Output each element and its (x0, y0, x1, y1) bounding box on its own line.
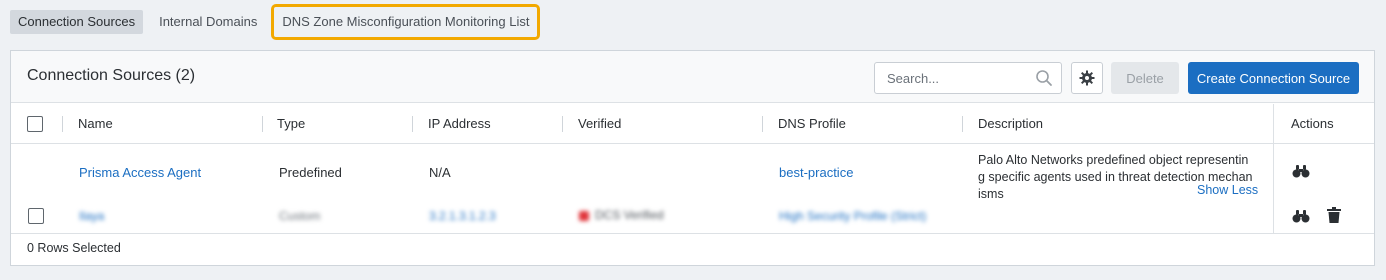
row-dns-profile-link[interactable]: High Security Profile (Strict) (779, 209, 926, 223)
row-ip-address: 3.2.1.3.1.2.3 (429, 209, 496, 223)
binoculars-icon[interactable] (1292, 209, 1310, 223)
row-ip-address: N/A (429, 165, 451, 180)
column-header-dns-profile[interactable]: DNS Profile (778, 104, 846, 144)
select-all-checkbox[interactable] (27, 116, 43, 132)
column-divider (762, 116, 763, 132)
tab-internal-domains[interactable]: Internal Domains (151, 10, 265, 34)
column-header-actions: Actions (1291, 116, 1334, 131)
column-divider (412, 116, 413, 132)
delete-button[interactable]: Delete (1111, 62, 1179, 94)
create-connection-source-button[interactable]: Create Connection Source (1188, 62, 1359, 94)
search-icon[interactable] (1035, 69, 1053, 87)
tab-dns-zone-misconfiguration[interactable]: DNS Zone Misconfiguration Monitoring Lis… (271, 4, 541, 40)
table-header: Name Type IP Address Verified DNS Profil… (11, 104, 1374, 144)
table-bottom-divider (11, 233, 1374, 234)
row-type: Predefined (279, 165, 342, 180)
row-checkbox[interactable] (28, 208, 44, 224)
show-less-link[interactable]: Show Less (1197, 183, 1258, 197)
row-dns-profile-link[interactable]: best-practice (779, 165, 853, 180)
column-header-description[interactable]: Description (978, 104, 1043, 144)
tab-bar: Connection Sources Internal Domains DNS … (10, 4, 541, 40)
connection-sources-panel: Connection Sources (2) Search... Delete … (10, 50, 1375, 266)
row-verified-status: DCS Verified (579, 208, 664, 222)
column-header-type[interactable]: Type (277, 104, 305, 144)
panel-header: Connection Sources (2) Search... Delete … (11, 51, 1374, 103)
row-name-link[interactable]: Ilaya (79, 209, 104, 223)
search-box[interactable] (874, 62, 1062, 94)
column-header-ip-address[interactable]: IP Address (428, 104, 491, 144)
column-header-verified[interactable]: Verified (578, 104, 621, 144)
actions-column-divider (1273, 104, 1274, 234)
tab-connection-sources[interactable]: Connection Sources (10, 10, 144, 34)
panel-title: Connection Sources (2) (27, 67, 196, 84)
column-divider (562, 116, 563, 132)
row-type: Custom (279, 209, 321, 223)
column-divider (62, 116, 63, 132)
rows-selected-count: 0 Rows Selected (27, 241, 121, 255)
row-name-link[interactable]: Prisma Access Agent (79, 165, 201, 180)
column-divider (262, 116, 263, 132)
error-status-icon (579, 210, 589, 221)
gear-icon (1079, 70, 1095, 86)
column-divider (962, 116, 963, 132)
row-verified-text: DCS Verified (595, 208, 664, 222)
search-input[interactable] (887, 63, 1037, 93)
trash-icon[interactable] (1327, 207, 1341, 223)
column-header-name[interactable]: Name (78, 104, 113, 144)
binoculars-icon[interactable] (1292, 164, 1310, 178)
settings-button[interactable] (1071, 62, 1103, 94)
